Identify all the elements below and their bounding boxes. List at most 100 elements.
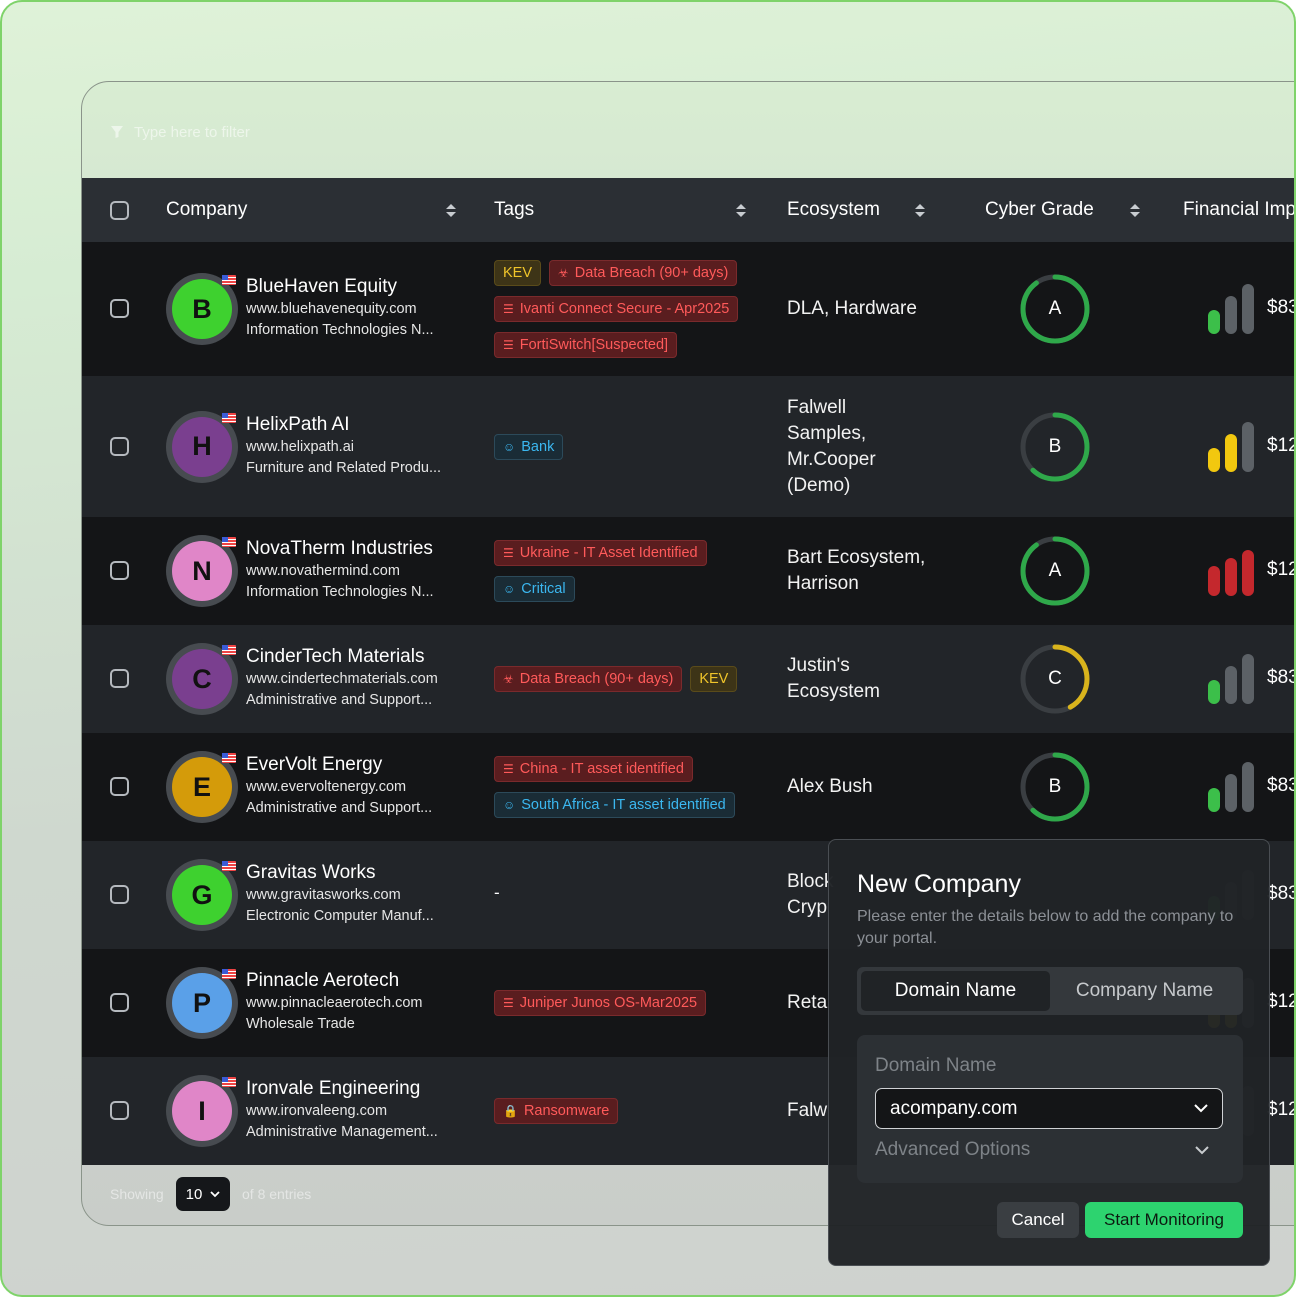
company-industry: Information Technologies N... bbox=[246, 322, 434, 338]
tab-domain-name[interactable]: Domain Name bbox=[861, 971, 1050, 1011]
column-ecosystem[interactable]: Ecosystem bbox=[787, 178, 925, 242]
company-info[interactable]: Ironvale Engineering www.ironvaleeng.com… bbox=[246, 1077, 438, 1143]
biohazard-icon: ☣ bbox=[558, 266, 569, 280]
tag[interactable]: 🔒 Ransomware bbox=[494, 1098, 619, 1124]
company-url[interactable]: www.evervoltenergy.com bbox=[246, 777, 432, 798]
cyber-grade-ring[interactable]: B bbox=[1019, 751, 1091, 823]
company-info[interactable]: NovaTherm Industries www.novathermind.co… bbox=[246, 537, 434, 603]
new-company-modal: New Company Please enter the details bel… bbox=[828, 839, 1270, 1266]
tag[interactable]: ☰ China - IT asset identified bbox=[494, 756, 693, 782]
company-info[interactable]: EverVolt Energy www.evervoltenergy.com A… bbox=[246, 753, 432, 819]
company-url[interactable]: www.novathermind.com bbox=[246, 561, 434, 582]
company-name[interactable]: CinderTech Materials bbox=[246, 645, 438, 669]
row-checkbox[interactable] bbox=[110, 1101, 129, 1120]
impact-bar bbox=[1242, 284, 1254, 334]
cyber-grade-ring[interactable]: A bbox=[1019, 273, 1091, 345]
company-name[interactable]: Gravitas Works bbox=[246, 861, 434, 885]
table-row[interactable]: B BlueHaven Equity www.bluehavenequity.c… bbox=[82, 242, 1294, 376]
tag[interactable]: ☺ South Africa - IT asset identified bbox=[494, 792, 735, 818]
table-row[interactable]: H HelixPath AI www.helixpath.ai Furnitur… bbox=[82, 376, 1294, 517]
tag[interactable]: KEV bbox=[690, 666, 738, 692]
ecosystem-cell: Reta bbox=[787, 990, 827, 1016]
us-flag-icon bbox=[222, 861, 236, 871]
select-all-checkbox[interactable] bbox=[110, 200, 129, 220]
sort-icon[interactable] bbox=[736, 203, 746, 217]
column-financial-impact[interactable]: Financial Imp bbox=[1183, 178, 1294, 242]
advanced-options-label: Advanced Options bbox=[875, 1139, 1031, 1160]
row-checkbox[interactable] bbox=[110, 669, 129, 688]
tag[interactable]: ☰ Juniper Junos OS-Mar2025 bbox=[494, 990, 707, 1016]
cyber-grade-ring[interactable]: B bbox=[1019, 411, 1091, 483]
sort-icon[interactable] bbox=[915, 203, 925, 217]
row-checkbox[interactable] bbox=[110, 885, 129, 904]
tab-company-name[interactable]: Company Name bbox=[1050, 971, 1239, 1011]
table-row[interactable]: C CinderTech Materials www.cindertechmat… bbox=[82, 625, 1294, 733]
company-name[interactable]: BlueHaven Equity bbox=[246, 275, 434, 299]
company-name[interactable]: Pinnacle Aerotech bbox=[246, 969, 423, 993]
column-cyber-grade[interactable]: Cyber Grade bbox=[985, 178, 1140, 242]
sort-icon[interactable] bbox=[446, 203, 456, 217]
chevron-down-icon[interactable] bbox=[1194, 1104, 1208, 1113]
company-info[interactable]: BlueHaven Equity www.bluehavenequity.com… bbox=[246, 275, 434, 341]
tag[interactable]: KEV bbox=[494, 260, 542, 286]
tag[interactable]: ☰ Ivanti Connect Secure - Apr2025 bbox=[494, 296, 739, 322]
tag[interactable]: ☰ Ukraine - IT Asset Identified bbox=[494, 540, 707, 566]
column-company[interactable]: Company bbox=[166, 178, 456, 242]
tags-cell: KEV ☣ Data Breach (90+ days) ☰ Ivanti Connec… bbox=[494, 260, 739, 358]
tags-cell: ☰ China - IT asset identified ☺ South Afric… bbox=[494, 756, 735, 818]
company-info[interactable]: CinderTech Materials www.cindertechmater… bbox=[246, 645, 438, 711]
cyber-grade-ring[interactable]: C bbox=[1019, 643, 1091, 715]
tag[interactable]: ☰ FortiSwitch[Suspected] bbox=[494, 332, 678, 358]
server-icon: ☰ bbox=[503, 338, 514, 352]
start-monitoring-button[interactable]: Start Monitoring bbox=[1085, 1202, 1243, 1238]
company-industry: Wholesale Trade bbox=[246, 1016, 355, 1032]
row-checkbox[interactable] bbox=[110, 993, 129, 1012]
company-url[interactable]: www.ironvaleeng.com bbox=[246, 1101, 438, 1122]
company-info[interactable]: Pinnacle Aerotech www.pinnacleaerotech.c… bbox=[246, 969, 423, 1035]
domain-field-label: Domain Name bbox=[875, 1055, 997, 1076]
financial-impact-value: $12 bbox=[1267, 559, 1296, 580]
row-checkbox[interactable] bbox=[110, 777, 129, 796]
row-checkbox[interactable] bbox=[110, 436, 129, 456]
financial-impact-bars bbox=[1208, 421, 1254, 472]
table-row[interactable]: E EverVolt Energy www.evervoltenergy.com… bbox=[82, 733, 1294, 841]
tag[interactable]: ☺ Bank bbox=[494, 433, 564, 460]
cyber-grade-ring[interactable]: A bbox=[1019, 535, 1091, 607]
avatar-initial: B bbox=[172, 279, 232, 339]
tag[interactable]: ☣ Data Breach (90+ days) bbox=[494, 666, 683, 692]
filter-bar[interactable]: Type here to filter bbox=[110, 120, 250, 144]
company-url[interactable]: www.pinnacleaerotech.com bbox=[246, 993, 423, 1014]
row-checkbox[interactable] bbox=[110, 299, 129, 318]
tag-label: Bank bbox=[521, 438, 555, 455]
company-url[interactable]: www.gravitasworks.com bbox=[246, 885, 434, 906]
company-name[interactable]: EverVolt Energy bbox=[246, 753, 432, 777]
company-name[interactable]: NovaTherm Industries bbox=[246, 537, 434, 561]
cancel-button[interactable]: Cancel bbox=[997, 1202, 1079, 1238]
tags-empty: - bbox=[494, 883, 500, 902]
advanced-options-toggle[interactable]: Advanced Options bbox=[875, 1139, 1223, 1161]
company-info[interactable]: Gravitas Works www.gravitasworks.com Ele… bbox=[246, 861, 434, 927]
sort-icon[interactable] bbox=[1130, 203, 1140, 217]
company-info[interactable]: HelixPath AI www.helixpath.ai Furniture … bbox=[246, 413, 441, 479]
tag-line: ☺ Critical bbox=[494, 576, 707, 602]
company-name[interactable]: HelixPath AI bbox=[246, 413, 441, 437]
us-flag-icon bbox=[222, 1077, 236, 1087]
server-icon: ☰ bbox=[503, 762, 514, 776]
page-size-select[interactable]: 10 bbox=[176, 1177, 230, 1211]
tags-cell: 🔒 Ransomware bbox=[494, 1098, 619, 1124]
tag[interactable]: ☣ Data Breach (90+ days) bbox=[549, 260, 738, 286]
company-name[interactable]: Ironvale Engineering bbox=[246, 1077, 438, 1101]
ecosystem-line: Harrison bbox=[787, 573, 859, 594]
tag[interactable]: ☺ Critical bbox=[494, 576, 575, 602]
table-row[interactable]: N NovaTherm Industries www.novathermind.… bbox=[82, 517, 1296, 625]
background-frame: Type here to filter Company Tags Ecosyst… bbox=[0, 0, 1296, 1297]
row-checkbox[interactable] bbox=[110, 561, 129, 580]
domain-input[interactable]: acompany.com bbox=[875, 1088, 1223, 1129]
company-url[interactable]: www.bluehavenequity.com bbox=[246, 299, 434, 320]
column-tags[interactable]: Tags bbox=[494, 178, 746, 242]
column-tags-label: Tags bbox=[494, 199, 535, 220]
tag-label: Critical bbox=[521, 581, 566, 597]
company-url[interactable]: www.helixpath.ai bbox=[246, 437, 441, 458]
domain-form: Domain Name acompany.com Advanced Option… bbox=[857, 1035, 1243, 1183]
company-url[interactable]: www.cindertechmaterials.com bbox=[246, 669, 438, 690]
